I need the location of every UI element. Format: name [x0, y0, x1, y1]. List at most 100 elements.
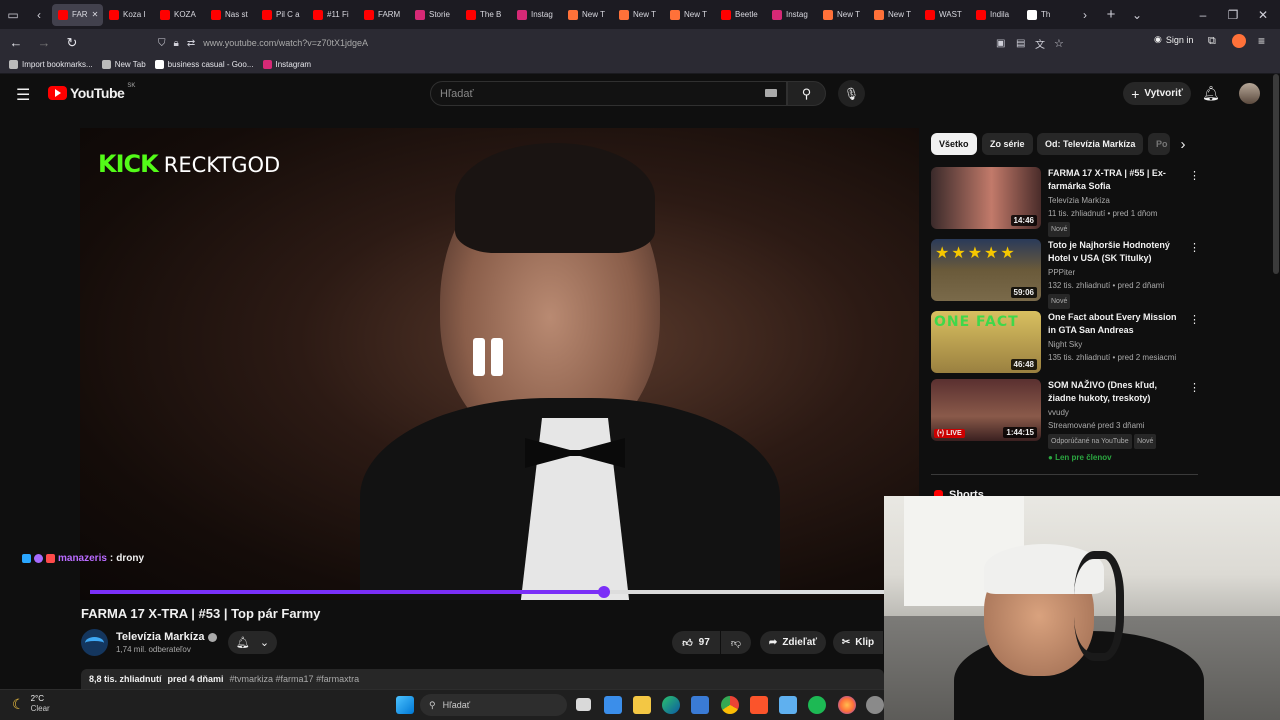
bookmark-item[interactable]: Import bookmarks... [9, 60, 93, 69]
pause-icon[interactable] [473, 338, 513, 376]
more-options-icon[interactable]: ⋮ [1189, 169, 1200, 182]
channel-avatar[interactable] [81, 629, 108, 656]
taskbar-search[interactable]: ⚲ Hľadať [420, 694, 567, 716]
chip-all[interactable]: Všetko [931, 133, 977, 155]
avatar[interactable] [1239, 83, 1260, 104]
tab-overview-icon[interactable]: ▭ [0, 0, 26, 29]
firefox-account-icon[interactable] [1232, 34, 1246, 48]
video-thumbnail[interactable]: ONE FACT 46:48 [931, 311, 1041, 373]
browser-tab[interactable]: Instag [766, 4, 817, 26]
forward-icon[interactable]: → [32, 31, 56, 55]
progress-bar[interactable] [90, 586, 919, 598]
more-options-icon[interactable]: ⋮ [1189, 313, 1200, 326]
brave-icon[interactable] [750, 696, 768, 714]
browser-tab[interactable]: WAST [919, 4, 970, 26]
browser-tab[interactable]: FARM [358, 4, 409, 26]
settings-gear-icon[interactable] [866, 696, 884, 714]
recommendation-item[interactable]: ★★★★★ 59:06 Toto je Najhoršie Hodnotený … [931, 239, 1201, 309]
subscribe-bell-button[interactable]: 🔔︎ ⌄ [228, 631, 277, 654]
chip-series[interactable]: Zo série [982, 133, 1033, 155]
screenshot-icon[interactable]: ▤ [1016, 38, 1025, 49]
video-thumbnail[interactable]: ★★★★★ 59:06 [931, 239, 1041, 301]
minimize-icon[interactable]: – [1186, 0, 1220, 29]
back-icon[interactable]: ← [4, 31, 28, 55]
clip-button[interactable]: ✂ Klip [833, 631, 883, 654]
photos-icon[interactable] [691, 696, 709, 714]
recommendation-item[interactable]: (•) LIVE 1:44:15 SOM NAŽIVO (Dnes kľud, … [931, 379, 1201, 469]
edge-icon[interactable] [662, 696, 680, 714]
reload-icon[interactable]: ↻ [60, 31, 84, 55]
bookmark-item[interactable]: New Tab [101, 60, 146, 69]
browser-tab[interactable]: Instag [511, 4, 562, 26]
browser-tab[interactable]: #11 Fi [307, 4, 358, 26]
browser-tab[interactable]: Indila [970, 4, 1021, 26]
permissions-icon[interactable]: ⇄ [187, 38, 195, 49]
close-tab-icon[interactable]: ✕ [92, 10, 99, 19]
browser-tab[interactable]: Nas st [205, 4, 256, 26]
browser-tab[interactable]: Koza I [103, 4, 154, 26]
hamburger-menu-icon[interactable]: ☰ [16, 85, 30, 105]
store-icon[interactable] [604, 696, 622, 714]
chips-next-icon[interactable]: › [1172, 133, 1194, 155]
browser-tab[interactable]: New T [664, 4, 715, 26]
tab-scroll-left-icon[interactable]: ‹ [26, 0, 52, 29]
tab-list-icon[interactable]: ⌄ [1124, 0, 1150, 29]
channel-name[interactable]: Televízia Markíza [116, 631, 218, 643]
keyboard-icon[interactable] [765, 89, 777, 97]
sign-in-button[interactable]: ◉ Sign in [1154, 34, 1193, 45]
voice-search-icon[interactable]: 🎙︎ [838, 80, 865, 107]
browser-tab[interactable]: Th [1021, 4, 1072, 26]
task-view-icon[interactable] [576, 698, 591, 711]
browser-tab[interactable]: Storie [409, 4, 460, 26]
translate-icon[interactable]: 文 [1035, 36, 1045, 51]
browser-tab[interactable]: FAR ✕ [52, 3, 103, 26]
browser-tab[interactable]: Pil C a [256, 4, 307, 26]
video-thumbnail[interactable]: 14:46 [931, 167, 1041, 229]
lock-icon[interactable]: 🔒︎ [174, 38, 179, 49]
like-button[interactable]: 👍︎ 97 [672, 631, 720, 654]
browser-tab[interactable]: The B [460, 4, 511, 26]
notifications-bell-icon[interactable]: 🔔︎ [1202, 85, 1220, 102]
bookmark-item[interactable]: business casual - Goo... [154, 60, 254, 69]
recommendation-item[interactable]: 14:46 FARMA 17 X-TRA | #55 | Ex-farmárka… [931, 167, 1201, 237]
video-thumbnail[interactable]: (•) LIVE 1:44:15 [931, 379, 1041, 441]
weather-widget[interactable]: ☾ 2°C Clear [12, 694, 50, 714]
bookmark-item[interactable]: Instagram [262, 60, 311, 69]
progress-scrubber[interactable] [597, 586, 610, 598]
extensions-icon[interactable]: ⧉ [1208, 35, 1216, 48]
search-input[interactable]: Hľadať [430, 81, 787, 106]
recommendation-item[interactable]: ONE FACT 46:48 One Fact about Every Miss… [931, 311, 1201, 377]
scrollbar[interactable] [1273, 74, 1279, 274]
spotify-icon[interactable] [808, 696, 826, 714]
youtube-logo[interactable]: YouTube SK [48, 83, 135, 101]
windows-start-icon[interactable] [396, 696, 414, 714]
create-button[interactable]: + Vytvoriť [1123, 82, 1191, 105]
tab-scroll-right-icon[interactable]: › [1072, 0, 1098, 29]
file-explorer-icon[interactable] [633, 696, 651, 714]
url-bar[interactable]: ⛉ 🔒︎ ⇄ www.youtube.com/watch?v=z70tX1jdg… [152, 32, 1072, 54]
browser-tab[interactable]: New T [817, 4, 868, 26]
more-options-icon[interactable]: ⋮ [1189, 241, 1200, 254]
browser-tab[interactable]: New T [613, 4, 664, 26]
picture-in-picture-icon[interactable]: ▣ [996, 38, 1005, 49]
share-button[interactable]: ➦ Zdieľať [760, 631, 826, 654]
search-button[interactable]: ⚲ [787, 81, 826, 106]
menu-icon[interactable]: ≡ [1258, 34, 1265, 48]
description-box[interactable]: 8,8 tis. zhliadnutí pred 4 dňami #tvmark… [81, 669, 884, 689]
chip-channel[interactable]: Od: Televízia Markíza [1037, 133, 1144, 155]
more-options-icon[interactable]: ⋮ [1189, 381, 1200, 394]
browser-tab[interactable]: Beetle [715, 4, 766, 26]
new-tab-icon[interactable]: + [1098, 0, 1124, 29]
video-player[interactable]: KICK RECKTGOD [80, 128, 919, 600]
chip-more[interactable]: Po [1148, 133, 1170, 155]
notepad-icon[interactable] [779, 696, 797, 714]
hashtags[interactable]: #tvmarkiza #farma17 #farmaxtra [230, 674, 360, 684]
close-window-icon[interactable]: ✕ [1246, 0, 1280, 29]
firefox-icon[interactable] [838, 696, 856, 714]
browser-tab[interactable]: New T [868, 4, 919, 26]
bookmark-star-icon[interactable]: ☆ [1054, 37, 1064, 50]
chrome-icon[interactable] [721, 696, 739, 714]
url-text[interactable]: www.youtube.com/watch?v=z70tX1jdgeA [203, 38, 368, 48]
dislike-button[interactable]: 👎︎ [721, 631, 751, 654]
browser-tab[interactable]: New T [562, 4, 613, 26]
